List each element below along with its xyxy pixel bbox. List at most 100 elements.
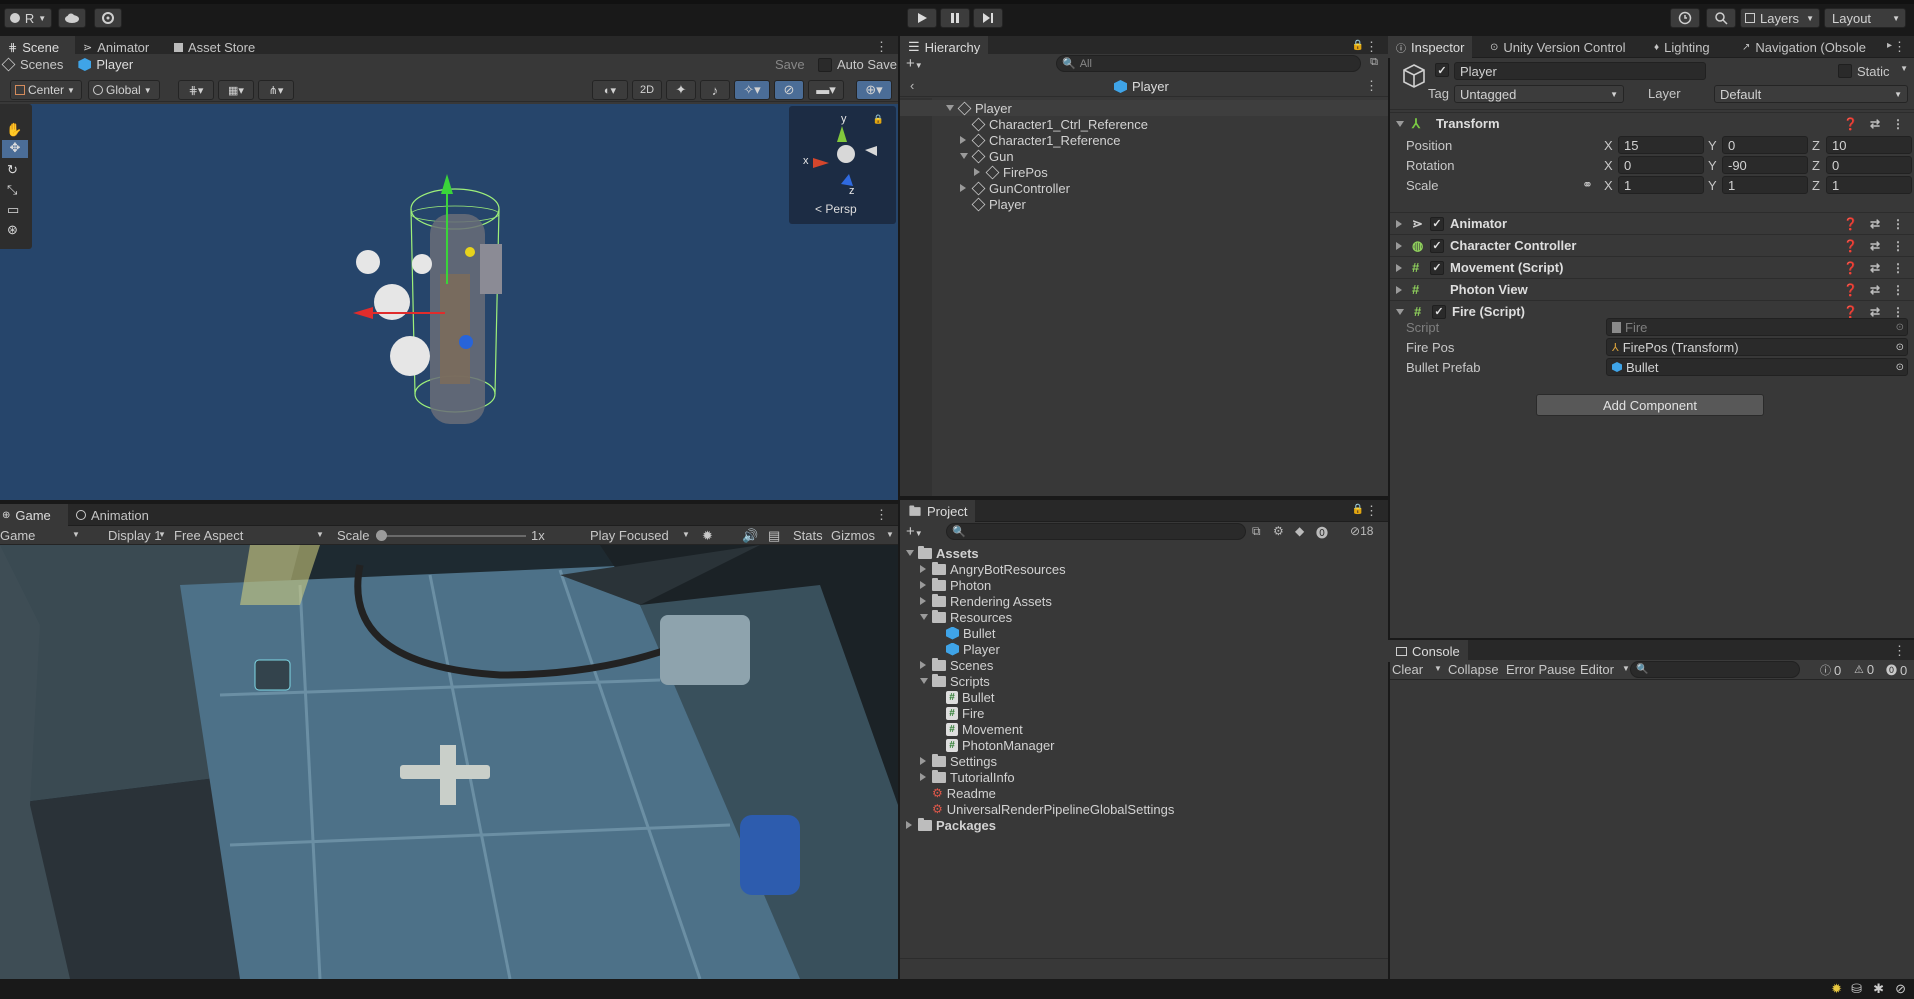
- filter-icon[interactable]: ⚙: [1273, 524, 1284, 538]
- presets-icon[interactable]: ⇄: [1870, 239, 1880, 253]
- mute-audio-icon[interactable]: 🔊: [742, 528, 758, 544]
- collapse-arrow-icon[interactable]: [920, 597, 928, 605]
- project-item[interactable]: Rendering Assets: [920, 593, 1052, 609]
- collapse-button[interactable]: Collapse: [1448, 662, 1499, 677]
- project-item[interactable]: Resources: [920, 609, 1012, 625]
- more-icon[interactable]: ⋮: [1893, 39, 1906, 55]
- hierarchy-item[interactable]: GunController: [960, 180, 1070, 196]
- collapse-arrow-icon[interactable]: [920, 773, 928, 781]
- help-icon[interactable]: ❓: [1843, 305, 1858, 319]
- help-icon[interactable]: ❓: [1843, 283, 1858, 297]
- tab-navigation[interactable]: ↗ Navigation (Obsole: [1734, 36, 1874, 58]
- space-dropdown[interactable]: Global ▼: [88, 80, 160, 100]
- scale-slider[interactable]: [376, 530, 526, 541]
- project-item[interactable]: Settings: [920, 753, 997, 769]
- expand-arrow-icon[interactable]: [960, 153, 968, 159]
- hidden-packages-toggle[interactable]: ⊘18: [1350, 524, 1373, 538]
- tab-version-control[interactable]: ⊙ Unity Version Control: [1482, 36, 1634, 58]
- project-item[interactable]: # Bullet: [934, 689, 995, 705]
- 2d-button[interactable]: 2D: [632, 80, 662, 100]
- save-button[interactable]: Save: [775, 57, 805, 72]
- grid-button[interactable]: ▦▾: [218, 80, 254, 100]
- project-item[interactable]: Player: [934, 641, 1000, 657]
- project-item[interactable]: ⚙ UniversalRenderPipelineGlobalSettings: [920, 801, 1174, 817]
- project-item[interactable]: # Fire: [934, 705, 984, 721]
- step-button[interactable]: [973, 8, 1003, 28]
- orientation-gizmo[interactable]: y x z 🔒 < Persp: [789, 106, 896, 224]
- gizmos-button[interactable]: ⊕▾: [856, 80, 892, 100]
- label-icon[interactable]: ◆: [1295, 524, 1304, 538]
- shading-mode-button[interactable]: ◐▾: [592, 80, 628, 100]
- help-icon[interactable]: ❓: [1843, 261, 1858, 275]
- more-icon[interactable]: ⋮: [1892, 217, 1904, 231]
- display-dropdown[interactable]: Display 1 ▼: [108, 528, 166, 543]
- tab-console[interactable]: Console: [1388, 640, 1468, 662]
- component-header-photon-view[interactable]: # Photon View ❓ ⇄ ⋮: [1390, 278, 1914, 300]
- expand-arrow-icon[interactable]: [920, 678, 928, 684]
- clear-dropdown[interactable]: Clear ▼: [1392, 662, 1442, 677]
- tab-animation[interactable]: Animation: [68, 504, 157, 526]
- persp-toggle[interactable]: < Persp: [815, 202, 857, 216]
- object-picker-icon[interactable]: ⊙: [1896, 342, 1904, 353]
- object-picker-icon[interactable]: ⊙: [1896, 362, 1904, 373]
- error-toggle[interactable]: ⓿0: [1886, 662, 1907, 678]
- pause-button[interactable]: [940, 8, 970, 28]
- expand-arrow-icon[interactable]: [906, 550, 914, 556]
- pivot-dropdown[interactable]: Center ▼: [10, 80, 82, 100]
- collapse-arrow-icon[interactable]: [906, 821, 914, 829]
- axis-x-label[interactable]: X: [1604, 178, 1613, 193]
- transform-position-x-field[interactable]: 15: [1618, 136, 1704, 154]
- constrain-proportions-icon[interactable]: ⚭: [1582, 177, 1593, 193]
- back-arrow-icon[interactable]: ‹: [910, 78, 914, 93]
- hierarchy-root-item[interactable]: Player: [900, 100, 1388, 116]
- hierarchy-item[interactable]: FirePos: [974, 164, 1048, 180]
- lock-icon[interactable]: 🔒: [1352, 504, 1364, 515]
- lock-icon[interactable]: 🔒: [873, 114, 884, 125]
- transform-position-y-field[interactable]: 0: [1722, 136, 1808, 154]
- component-enabled-checkbox[interactable]: ✓: [1430, 216, 1444, 231]
- project-search-input[interactable]: 🔍: [946, 523, 1246, 540]
- bug-icon[interactable]: ✹: [702, 528, 713, 544]
- account-button[interactable]: R ▼: [4, 8, 52, 28]
- presets-icon[interactable]: ⇄: [1870, 217, 1880, 231]
- axis-x-label[interactable]: X: [1604, 158, 1613, 173]
- project-item[interactable]: Photon: [920, 577, 991, 593]
- component-enabled-checkbox[interactable]: ✓: [1432, 304, 1446, 319]
- collapse-arrow-icon[interactable]: [920, 757, 928, 765]
- project-item[interactable]: # Movement: [934, 721, 1023, 737]
- warning-filter-icon[interactable]: ⓿: [1316, 524, 1328, 541]
- scale-tool-icon[interactable]: ⤡: [7, 182, 17, 198]
- component-header-character-controller[interactable]: ◍ ✓ Character Controller ❓ ⇄ ⋮: [1390, 234, 1914, 256]
- more-icon[interactable]: ⋮: [1892, 283, 1904, 297]
- project-item[interactable]: # PhotonManager: [934, 737, 1055, 753]
- move-tool-icon[interactable]: ✥: [2, 140, 28, 158]
- camera-button[interactable]: ▬▾: [808, 80, 844, 100]
- error-pause-button[interactable]: Error Pause: [1506, 662, 1575, 677]
- tab-overflow-icon[interactable]: ▸: [1887, 40, 1892, 51]
- stats-button[interactable]: Stats: [793, 528, 823, 543]
- help-icon[interactable]: ❓: [1843, 239, 1858, 253]
- warning-toggle[interactable]: ⚠ 0: [1854, 662, 1874, 677]
- static-checkbox[interactable]: [1838, 64, 1852, 78]
- keyboard-icon[interactable]: ▤: [768, 528, 780, 544]
- component-enabled-checkbox[interactable]: ✓: [1430, 238, 1444, 253]
- tag-dropdown[interactable]: Untagged ▼: [1454, 85, 1624, 103]
- hierarchy-item[interactable]: Character1_Ctrl_Reference: [960, 116, 1148, 132]
- collapse-arrow-icon[interactable]: [920, 565, 928, 573]
- search-by-type-icon[interactable]: ⧉: [1252, 524, 1261, 539]
- transform-position-z-field[interactable]: 10: [1826, 136, 1912, 154]
- project-item[interactable]: ⚙ Readme: [920, 785, 996, 801]
- scene-viewport[interactable]: ✋ ✥ ↻ ⤡ ▭ ⊛ y x z 🔒 < Persp: [0, 104, 898, 500]
- history-button[interactable]: [1670, 8, 1700, 28]
- tab-game[interactable]: ⊕ Game: [0, 504, 68, 526]
- presets-icon[interactable]: ⇄: [1870, 305, 1880, 319]
- help-icon[interactable]: ❓: [1843, 117, 1858, 131]
- play-focused-dropdown[interactable]: Play Focused ▼: [590, 528, 690, 543]
- effects-button[interactable]: ✧▾: [734, 80, 770, 100]
- tab-lighting[interactable]: ♦ Lighting: [1646, 36, 1718, 58]
- transform-rotation-x-field[interactable]: 0: [1618, 156, 1704, 174]
- gizmos-dropdown[interactable]: Gizmos ▼: [831, 528, 896, 543]
- component-header-animator[interactable]: ⋗ ✓ Animator ❓ ⇄ ⋮: [1390, 212, 1914, 234]
- more-icon[interactable]: ⋮: [1365, 503, 1378, 519]
- tab-inspector[interactable]: ⓘ Inspector: [1388, 36, 1473, 58]
